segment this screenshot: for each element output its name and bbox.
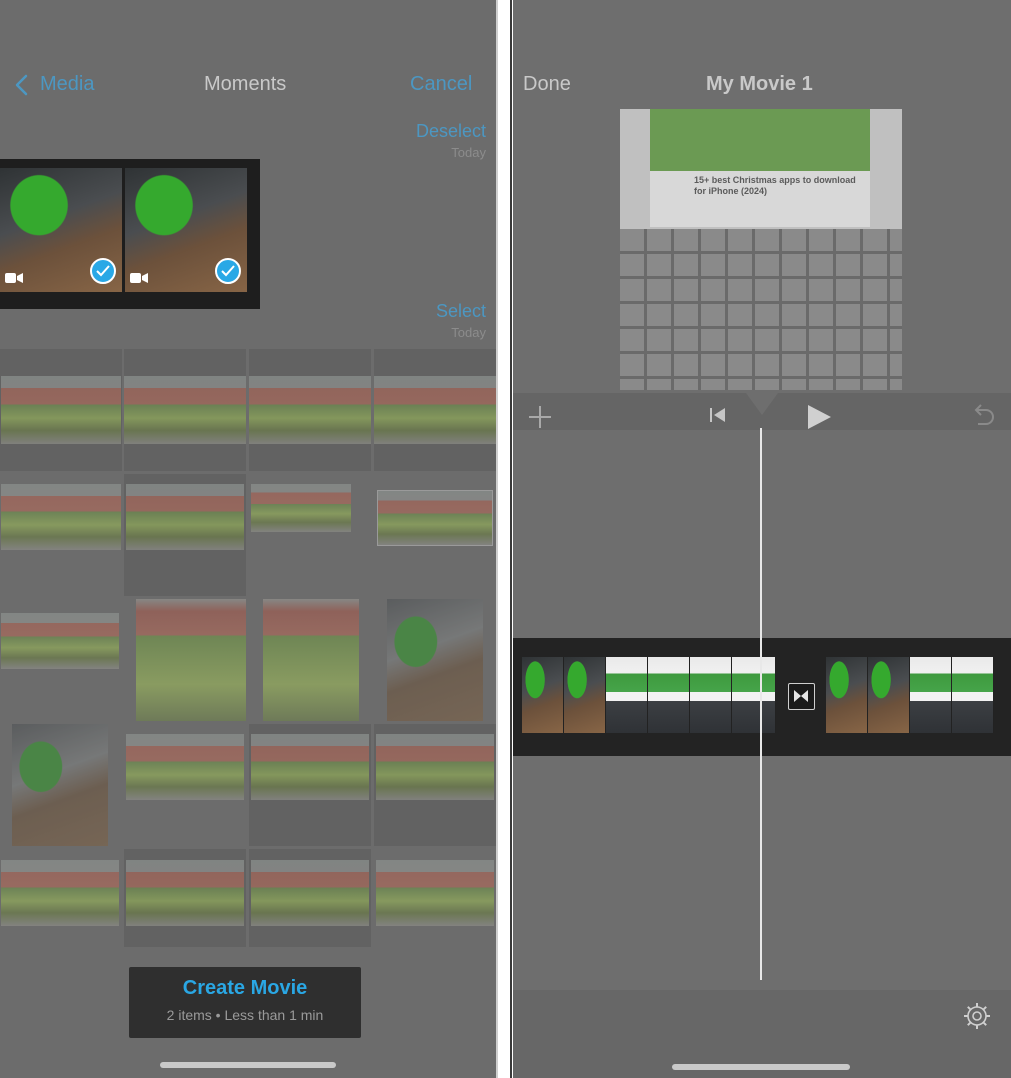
clip-frame	[910, 657, 952, 733]
photo-thumbnail[interactable]	[377, 490, 493, 546]
checkmark-icon[interactable]	[215, 258, 241, 284]
home-indicator	[160, 1062, 336, 1068]
photo-thumbnail[interactable]	[1, 484, 121, 550]
photo-thumbnail[interactable]	[251, 484, 351, 532]
deselect-button[interactable]: Deselect	[416, 121, 486, 142]
preview-caption: 15+ best Christmas apps to download for …	[694, 175, 856, 196]
clip-frame	[952, 657, 994, 733]
photo-thumbnail[interactable]	[376, 734, 494, 800]
timeline-track	[513, 638, 1011, 756]
panel-divider	[496, 0, 498, 1078]
photo-thumbnail[interactable]	[374, 376, 496, 444]
clip-frame	[606, 657, 648, 733]
transition-icon[interactable]	[788, 683, 815, 710]
cancel-button[interactable]: Cancel	[410, 73, 472, 96]
settings-gear-icon[interactable]	[962, 1001, 992, 1036]
photo-thumbnail[interactable]	[1, 376, 121, 444]
home-indicator	[672, 1064, 850, 1070]
play-icon[interactable]	[806, 404, 832, 435]
video-thumbnail[interactable]	[12, 724, 108, 846]
video-thumbnail[interactable]	[387, 599, 483, 721]
photo-thumbnail[interactable]	[251, 734, 369, 800]
checkmark-icon[interactable]	[90, 258, 116, 284]
plus-icon[interactable]	[528, 405, 552, 434]
movie-editor-screen: Done My Movie 1 15+ best Christmas apps …	[513, 0, 1011, 1078]
photo-thumbnail[interactable]	[251, 860, 369, 926]
playhead-line[interactable]	[760, 428, 762, 980]
skip-back-icon[interactable]	[710, 407, 726, 428]
clip-frame	[564, 657, 606, 733]
video-preview[interactable]: 15+ best Christmas apps to download for …	[620, 109, 902, 390]
create-movie-summary: 2 items • Less than 1 min	[166, 1007, 324, 1023]
photo-thumbnail[interactable]	[1, 860, 119, 926]
photo-thumbnail[interactable]	[126, 860, 244, 926]
clip-frame	[648, 657, 690, 733]
clip-frame	[826, 657, 868, 733]
laptop-screen-banner	[650, 109, 870, 171]
timeline-clip[interactable]	[522, 657, 776, 733]
movie-title: My Movie 1	[706, 73, 813, 95]
undo-icon[interactable]	[969, 404, 995, 433]
clip-frame	[732, 657, 776, 733]
timeline-clip[interactable]	[826, 657, 1011, 733]
section-date: Today	[451, 145, 486, 160]
back-button[interactable]: Media	[40, 73, 94, 96]
selected-clips-row	[0, 159, 260, 309]
section-date: Today	[451, 325, 486, 340]
photo-thumbnail[interactable]	[124, 376, 246, 444]
clip-frame	[868, 657, 910, 733]
photo-thumbnail[interactable]	[126, 734, 244, 800]
chevron-left-icon[interactable]	[14, 74, 28, 101]
clip-frame	[690, 657, 732, 733]
photo-thumbnail[interactable]	[249, 376, 371, 444]
create-movie-button[interactable]: Create Movie 2 items • Less than 1 min	[129, 967, 361, 1038]
page-title: Moments	[204, 73, 287, 95]
laptop-keyboard	[620, 229, 902, 390]
select-button[interactable]: Select	[436, 301, 486, 322]
photo-thumbnail[interactable]	[1, 613, 119, 669]
done-button[interactable]: Done	[523, 73, 571, 96]
video-camera-icon	[5, 271, 23, 289]
clip-frame	[522, 657, 564, 733]
playhead-marker	[746, 393, 778, 415]
panel-divider	[510, 0, 512, 1078]
photo-thumbnail[interactable]	[376, 860, 494, 926]
photo-thumbnail[interactable]	[263, 599, 359, 721]
photo-thumbnail[interactable]	[126, 484, 244, 550]
photo-thumbnail[interactable]	[136, 599, 246, 721]
media-picker-screen: Media Moments Cancel Deselect Today Sele…	[0, 0, 496, 1078]
video-camera-icon	[130, 271, 148, 289]
create-movie-label: Create Movie	[182, 977, 308, 999]
